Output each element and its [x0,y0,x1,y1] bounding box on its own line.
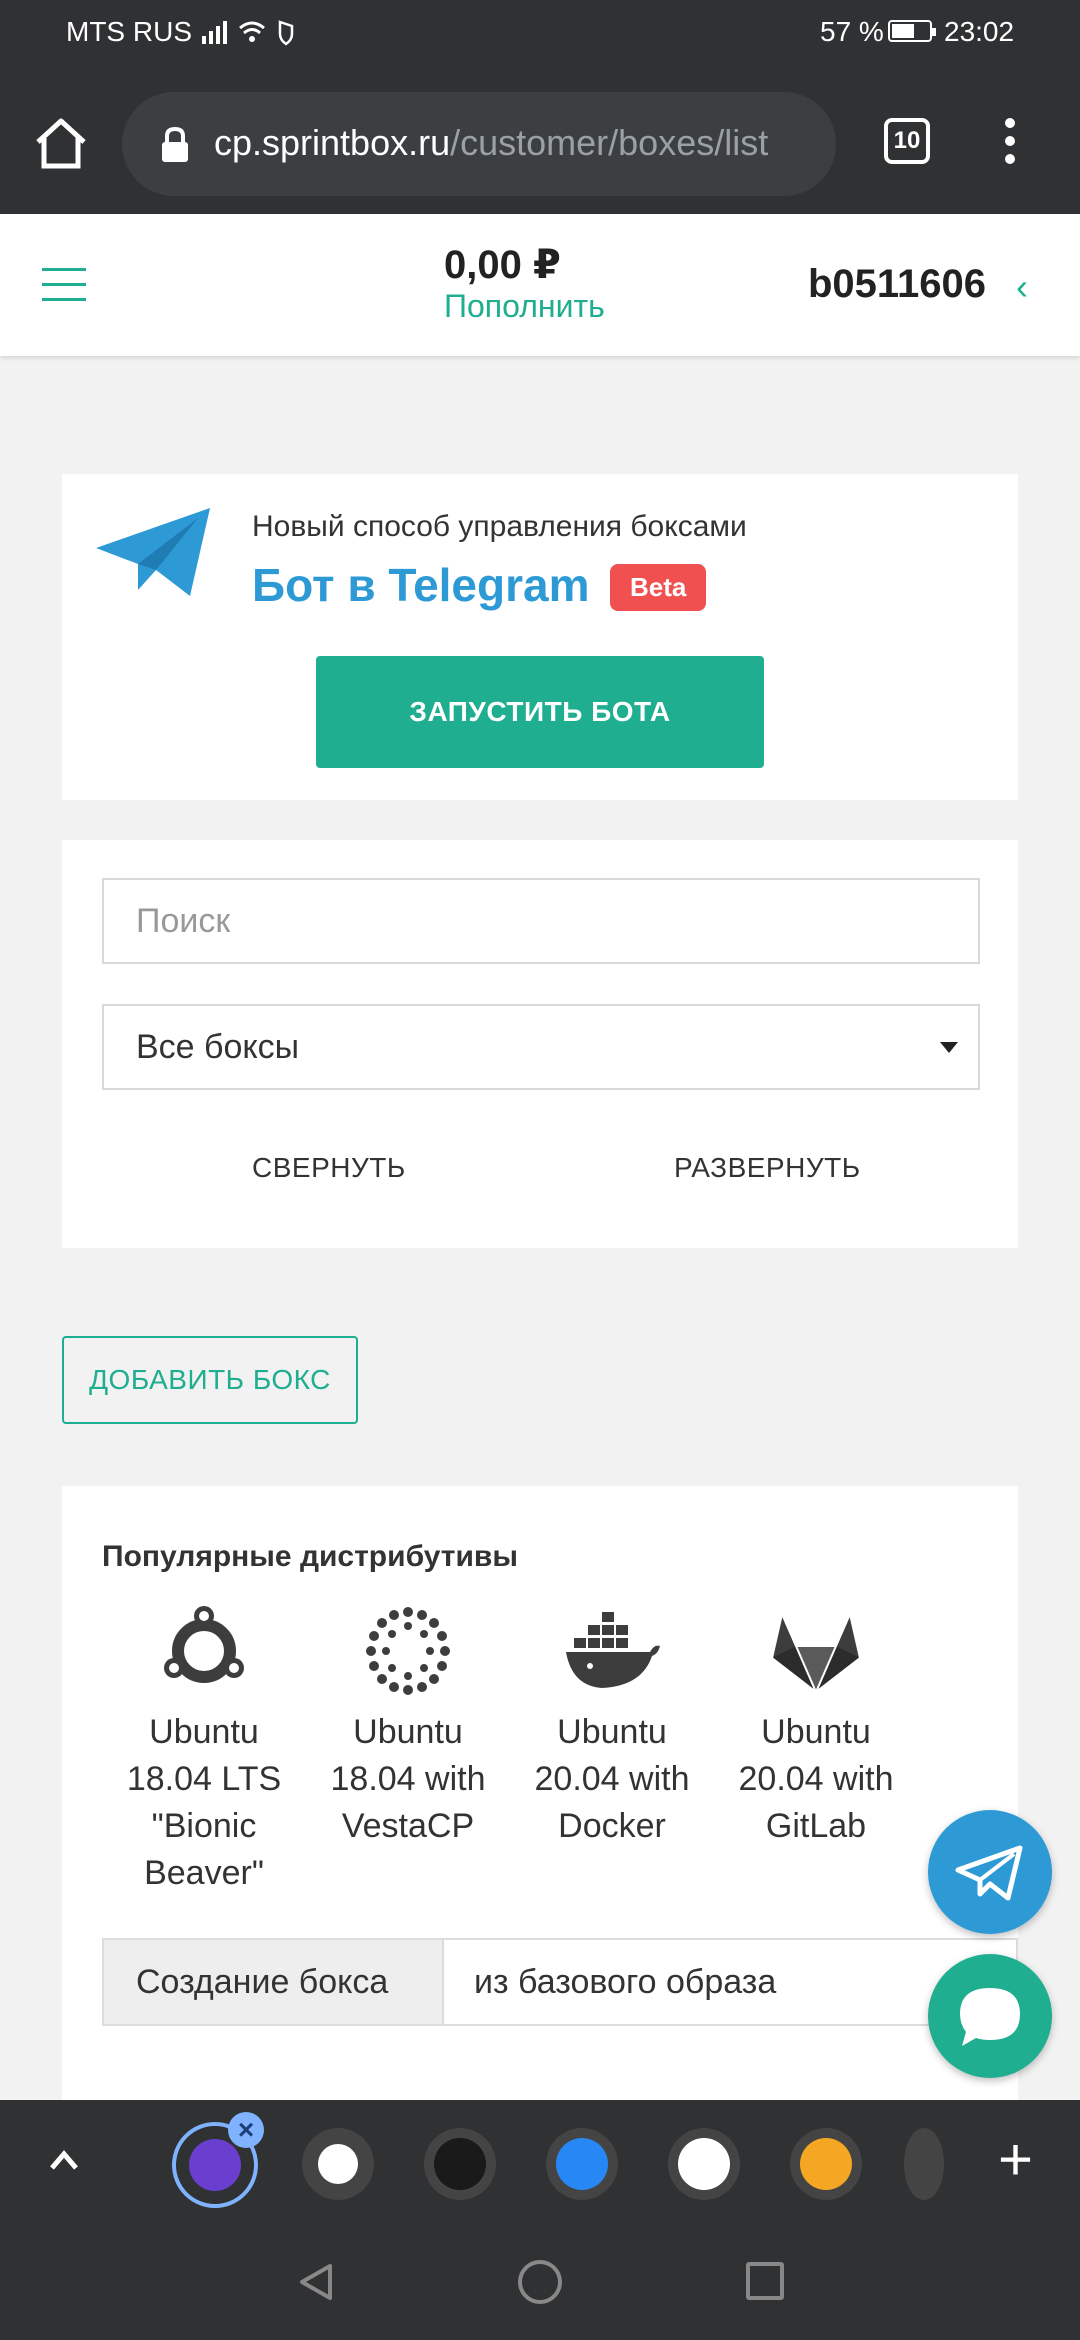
boxes-filter-select[interactable]: Все боксы [102,1004,980,1090]
tab-favicon[interactable] [546,2128,618,2200]
vestacp-icon [366,1607,450,1695]
home-nav-icon[interactable] [518,2260,562,2304]
ubuntu-icon [164,1606,244,1683]
distro-name: Ubuntu 18.04 with VestaCP [330,1713,486,1845]
select-value: Все боксы [136,1028,300,1066]
create-box-label: Создание бокса [104,1940,444,2024]
tab-favicon[interactable] [302,2128,374,2200]
topup-link[interactable]: Пополнить [444,288,605,325]
clock: 23:02 [944,16,1015,47]
app-header: 0,00 ₽ Пополнить b0511606 ‹ [0,214,1080,356]
lock-icon [162,126,188,162]
chevron-up-icon[interactable] [44,2140,84,2180]
distros-heading: Популярные дистрибутивы [102,1540,518,1573]
system-nav-bar [0,2226,1080,2340]
status-bar: MTS RUS 57 % 23:02 [0,0,1080,64]
expand-button[interactable]: РАЗВЕРНУТЬ [674,1152,861,1184]
distro-name: Ubuntu 18.04 LTS "Bionic Beaver" [126,1713,282,1892]
chat-bubble-icon [960,1988,1020,2046]
beta-badge: Beta [610,564,707,611]
url-text: cp.sprintbox.ru/customer/boxes/list [214,122,768,164]
battery-icon [888,20,936,42]
telegram-bot-card: Новый способ управления боксами Бот в Te… [62,474,1018,800]
docker-icon [566,1612,660,1688]
create-box-row[interactable]: Создание бокса из базового образа [102,1938,1018,2026]
account-id[interactable]: b0511606 [808,262,986,307]
browser-toolbar: cp.sprintbox.ru/customer/boxes/list 10 [0,64,1080,214]
hamburger-menu-icon[interactable] [42,268,86,302]
tab-favicon[interactable] [790,2128,862,2200]
create-box-source[interactable]: из базового образа [474,1940,776,2024]
browser-tab-strip: × + [0,2100,1080,2226]
distro-ubuntu-18[interactable]: Ubuntu 18.04 LTS "Bionic Beaver" [104,1606,304,1897]
add-box-button[interactable]: ДОБАВИТЬ БОКС [62,1336,358,1424]
url-domain: cp.sprintbox.ru [214,122,451,163]
back-icon[interactable] [294,2260,338,2304]
recents-icon[interactable] [746,2262,784,2300]
telegram-plane-icon [96,508,210,596]
popular-distros-card: Популярные дистрибутивы Ubuntu 18.04 LTS… [62,1486,1018,2120]
url-path: /customer/boxes/list [450,122,769,163]
telegram-title: Бот в Telegram [252,559,590,611]
tab-favicon[interactable] [904,2128,944,2200]
browser-menu-icon[interactable] [1000,114,1020,174]
gitlab-icon [770,1610,862,1695]
telegram-fab[interactable] [928,1810,1052,1934]
collapse-button[interactable]: СВЕРНУТЬ [252,1152,406,1184]
home-icon[interactable] [32,114,90,172]
address-bar[interactable]: cp.sprintbox.ru/customer/boxes/list [122,92,836,196]
telegram-subtitle: Новый способ управления боксами [252,510,747,543]
carrier-name: MTS RUS [66,16,192,47]
distro-vestacp[interactable]: Ubuntu 18.04 with VestaCP [308,1606,508,1850]
telegram-plane-icon [955,1845,1023,1901]
chevron-left-icon[interactable]: ‹ [1016,266,1028,308]
balance-amount: 0,00 ₽ [444,243,561,287]
distro-docker[interactable]: Ubuntu 20.04 with Docker [512,1606,712,1850]
tab-favicon[interactable] [424,2128,496,2200]
tab-switcher-button[interactable]: 10 [884,118,930,164]
tab-close-icon[interactable]: × [228,2112,264,2148]
distro-name: Ubuntu 20.04 with Docker [534,1713,690,1845]
new-tab-icon[interactable]: + [998,2130,1033,2190]
caret-down-icon [940,1042,958,1053]
chat-fab[interactable] [928,1954,1052,2078]
launch-bot-button[interactable]: ЗАПУСТИТЬ БОТА [316,656,764,768]
signal-wifi-icons [202,20,294,46]
distro-gitlab[interactable]: Ubuntu 20.04 with GitLab [716,1606,916,1850]
distro-name: Ubuntu 20.04 with GitLab [738,1713,894,1845]
battery-percent: 57 % [820,16,884,47]
search-input[interactable]: Поиск [102,878,980,964]
tab-favicon[interactable] [668,2128,740,2200]
filter-card: Поиск Все боксы СВЕРНУТЬ РАЗВЕРНУТЬ [62,840,1018,1248]
